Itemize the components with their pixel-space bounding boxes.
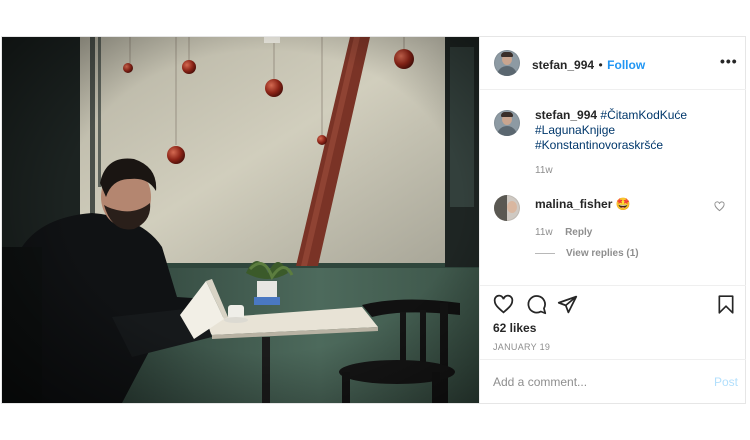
hashtag-link[interactable]: #LagunaKnjige [535, 123, 615, 137]
comment: malina_fisher 🤩 [535, 197, 631, 211]
divider [480, 285, 746, 286]
follow-button[interactable]: Follow [607, 58, 645, 72]
separator-dot: • [598, 58, 603, 72]
hashtag-link[interactable]: #ČitamKodKuće [600, 108, 687, 122]
instagram-post: stefan_994 • Follow ••• stefan_994 #Čita… [1, 36, 746, 404]
reply-button[interactable]: Reply [565, 227, 592, 238]
more-options-icon[interactable]: ••• [720, 53, 738, 69]
author-avatar[interactable] [494, 50, 520, 76]
divider [480, 359, 746, 360]
comment-text: 🤩 [615, 197, 631, 211]
replies-line [535, 253, 555, 254]
bookmark-icon[interactable] [716, 294, 736, 315]
add-comment-input[interactable]: Add a comment... [493, 375, 587, 389]
caption: stefan_994 #ČitamKodKuće #LagunaKnjige #… [535, 108, 725, 153]
post-comment-button[interactable]: Post [714, 375, 738, 389]
caption-username[interactable]: stefan_994 [535, 108, 597, 122]
post-header: stefan_994 • Follow ••• [480, 37, 746, 90]
comment-username[interactable]: malina_fisher [535, 197, 612, 211]
author-username[interactable]: stefan_994 [532, 58, 594, 72]
hashtag-link[interactable]: #Konstantinovoraskršće [535, 138, 663, 152]
header-author-line: stefan_994 • Follow [532, 56, 645, 74]
comment-meta: 11w Reply [535, 222, 592, 240]
post-photo[interactable] [2, 37, 479, 403]
caption-avatar[interactable] [494, 110, 520, 136]
caption-time: 11w [535, 165, 553, 176]
post-sidebar: stefan_994 • Follow ••• stefan_994 #Čita… [479, 37, 746, 403]
comment-icon[interactable] [526, 294, 547, 315]
heart-icon[interactable] [493, 294, 514, 315]
photo-illustration [2, 37, 479, 403]
post-date: JANUARY 19 [493, 342, 551, 352]
likes-count[interactable]: 62 likes [493, 321, 536, 335]
small-heart-icon[interactable] [714, 201, 725, 212]
share-icon[interactable] [557, 294, 578, 315]
view-replies-button[interactable]: View replies (1) [566, 248, 639, 259]
commenter-avatar[interactable] [494, 195, 520, 221]
comment-time: 11w [535, 227, 553, 238]
